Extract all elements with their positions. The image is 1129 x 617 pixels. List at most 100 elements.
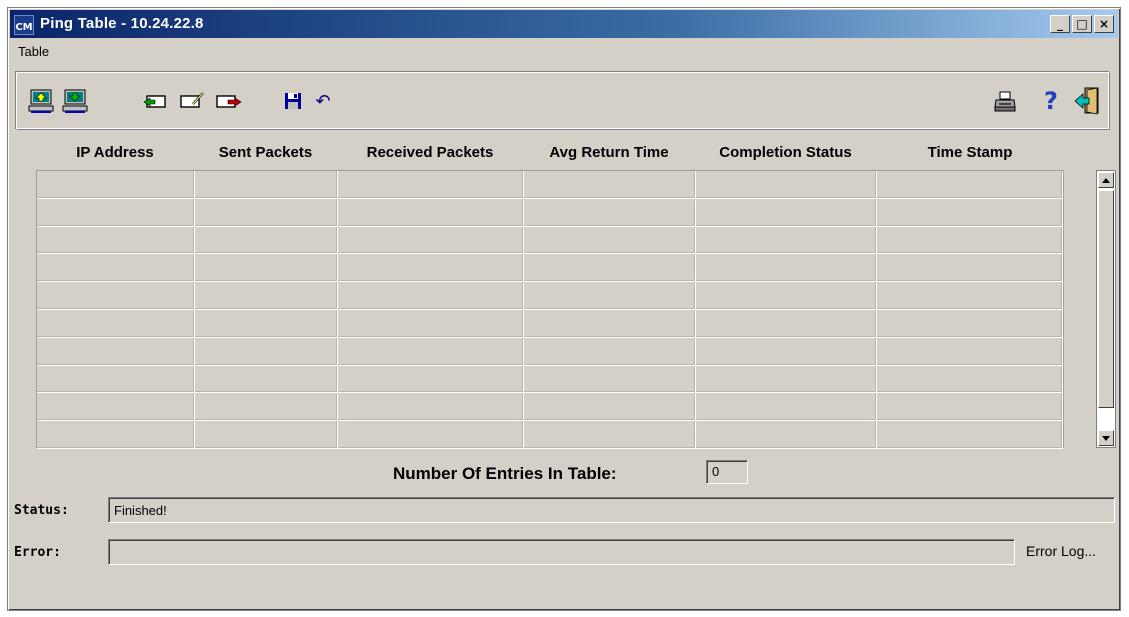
table-cell[interactable] bbox=[37, 309, 195, 338]
table-row[interactable] bbox=[37, 365, 1063, 394]
table-row[interactable] bbox=[37, 254, 1063, 283]
table-cell[interactable] bbox=[877, 337, 1063, 366]
table-cell[interactable] bbox=[195, 171, 338, 199]
table-cell[interactable] bbox=[195, 226, 338, 255]
column-header-completion-status[interactable]: Completion Status bbox=[695, 140, 876, 166]
table-cell[interactable] bbox=[696, 171, 877, 199]
table-cell[interactable] bbox=[524, 254, 696, 283]
table-cell[interactable] bbox=[37, 421, 195, 449]
table-cell[interactable] bbox=[195, 421, 338, 449]
table-cell[interactable] bbox=[524, 282, 696, 310]
table-cell[interactable] bbox=[877, 421, 1063, 449]
table-cell[interactable] bbox=[877, 226, 1063, 255]
download-computer-icon bbox=[62, 89, 88, 113]
minimize-button[interactable]: _ bbox=[1050, 15, 1070, 33]
column-header-ip-address[interactable]: IP Address bbox=[36, 140, 194, 166]
save-button[interactable] bbox=[279, 86, 307, 116]
table-cell[interactable] bbox=[696, 309, 877, 338]
table-cell[interactable] bbox=[524, 337, 696, 366]
table-cell[interactable] bbox=[37, 337, 195, 366]
upload-computer-button[interactable] bbox=[27, 86, 55, 116]
ping-results-table[interactable] bbox=[36, 170, 1064, 449]
table-cell[interactable] bbox=[696, 393, 877, 422]
window-title: Ping Table - 10.24.22.8 bbox=[40, 15, 204, 32]
insert-row-button[interactable] bbox=[141, 86, 169, 116]
column-header-time-stamp[interactable]: Time Stamp bbox=[876, 140, 1064, 166]
table-cell[interactable] bbox=[338, 282, 524, 310]
table-cell[interactable] bbox=[524, 226, 696, 255]
column-header-received-packets[interactable]: Received Packets bbox=[337, 140, 523, 166]
table-cell[interactable] bbox=[37, 226, 195, 255]
table-cell[interactable] bbox=[37, 171, 195, 199]
table-cell[interactable] bbox=[338, 171, 524, 199]
table-cell[interactable] bbox=[37, 282, 195, 310]
table-cell[interactable] bbox=[338, 337, 524, 366]
download-computer-button[interactable] bbox=[61, 86, 89, 116]
table-cell[interactable] bbox=[696, 337, 877, 366]
table-cell[interactable] bbox=[524, 198, 696, 227]
table-cell[interactable] bbox=[696, 226, 877, 255]
table-row[interactable] bbox=[37, 309, 1063, 338]
table-row[interactable] bbox=[37, 282, 1063, 310]
table-cell[interactable] bbox=[338, 254, 524, 283]
table-cell[interactable] bbox=[37, 365, 195, 394]
table-cell[interactable] bbox=[877, 198, 1063, 227]
table-cell[interactable] bbox=[195, 337, 338, 366]
column-header-avg-return-time[interactable]: Avg Return Time bbox=[523, 140, 695, 166]
table-cell[interactable] bbox=[195, 254, 338, 283]
table-row[interactable] bbox=[37, 393, 1063, 422]
table-cell[interactable] bbox=[195, 393, 338, 422]
table-cell[interactable] bbox=[338, 365, 524, 394]
print-button[interactable] bbox=[991, 86, 1019, 116]
table-row[interactable] bbox=[37, 226, 1063, 255]
export-row-button[interactable] bbox=[215, 86, 243, 116]
table-cell[interactable] bbox=[524, 309, 696, 338]
edit-row-button[interactable] bbox=[179, 86, 207, 116]
table-cell[interactable] bbox=[37, 198, 195, 227]
scroll-thumb[interactable] bbox=[1098, 190, 1114, 408]
table-cell[interactable] bbox=[877, 282, 1063, 310]
table-cell[interactable] bbox=[877, 393, 1063, 422]
table-cell[interactable] bbox=[524, 365, 696, 394]
table-cell[interactable] bbox=[877, 254, 1063, 283]
status-field: Finished! bbox=[108, 497, 1115, 523]
table-cell[interactable] bbox=[877, 171, 1063, 199]
table-cell[interactable] bbox=[696, 421, 877, 449]
close-button[interactable]: × bbox=[1094, 15, 1114, 33]
error-log-link[interactable]: Error Log... bbox=[1026, 543, 1096, 559]
column-header-sent-packets[interactable]: Sent Packets bbox=[194, 140, 337, 166]
table-cell[interactable] bbox=[338, 226, 524, 255]
table-scrollbar[interactable] bbox=[1096, 170, 1116, 448]
table-cell[interactable] bbox=[195, 282, 338, 310]
table-cell[interactable] bbox=[696, 282, 877, 310]
table-cell[interactable] bbox=[338, 198, 524, 227]
table-cell[interactable] bbox=[524, 421, 696, 449]
table-cell[interactable] bbox=[338, 309, 524, 338]
scroll-down-button[interactable] bbox=[1098, 430, 1114, 446]
table-cell[interactable] bbox=[195, 309, 338, 338]
table-cell[interactable] bbox=[195, 365, 338, 394]
table-cell[interactable] bbox=[696, 198, 877, 227]
table-cell[interactable] bbox=[338, 421, 524, 449]
title-bar[interactable]: CM Ping Table - 10.24.22.8 _ □ × bbox=[10, 10, 1118, 38]
exit-button[interactable] bbox=[1073, 86, 1101, 116]
table-row[interactable] bbox=[37, 337, 1063, 366]
table-cell[interactable] bbox=[338, 393, 524, 422]
table-cell[interactable] bbox=[195, 198, 338, 227]
table-cell[interactable] bbox=[524, 171, 696, 199]
table-row[interactable] bbox=[37, 198, 1063, 227]
table-cell[interactable] bbox=[37, 254, 195, 283]
table-cell[interactable] bbox=[696, 254, 877, 283]
scroll-up-button[interactable] bbox=[1098, 172, 1114, 188]
table-row[interactable] bbox=[37, 421, 1063, 449]
undo-button[interactable]: ↶ bbox=[309, 86, 337, 116]
maximize-button[interactable]: □ bbox=[1072, 15, 1092, 33]
table-cell[interactable] bbox=[37, 393, 195, 422]
help-button[interactable]: ? bbox=[1037, 86, 1065, 116]
menu-table[interactable]: Table bbox=[12, 42, 55, 61]
table-row[interactable] bbox=[37, 171, 1063, 199]
table-cell[interactable] bbox=[524, 393, 696, 422]
table-cell[interactable] bbox=[696, 365, 877, 394]
table-cell[interactable] bbox=[877, 365, 1063, 394]
table-cell[interactable] bbox=[877, 309, 1063, 338]
